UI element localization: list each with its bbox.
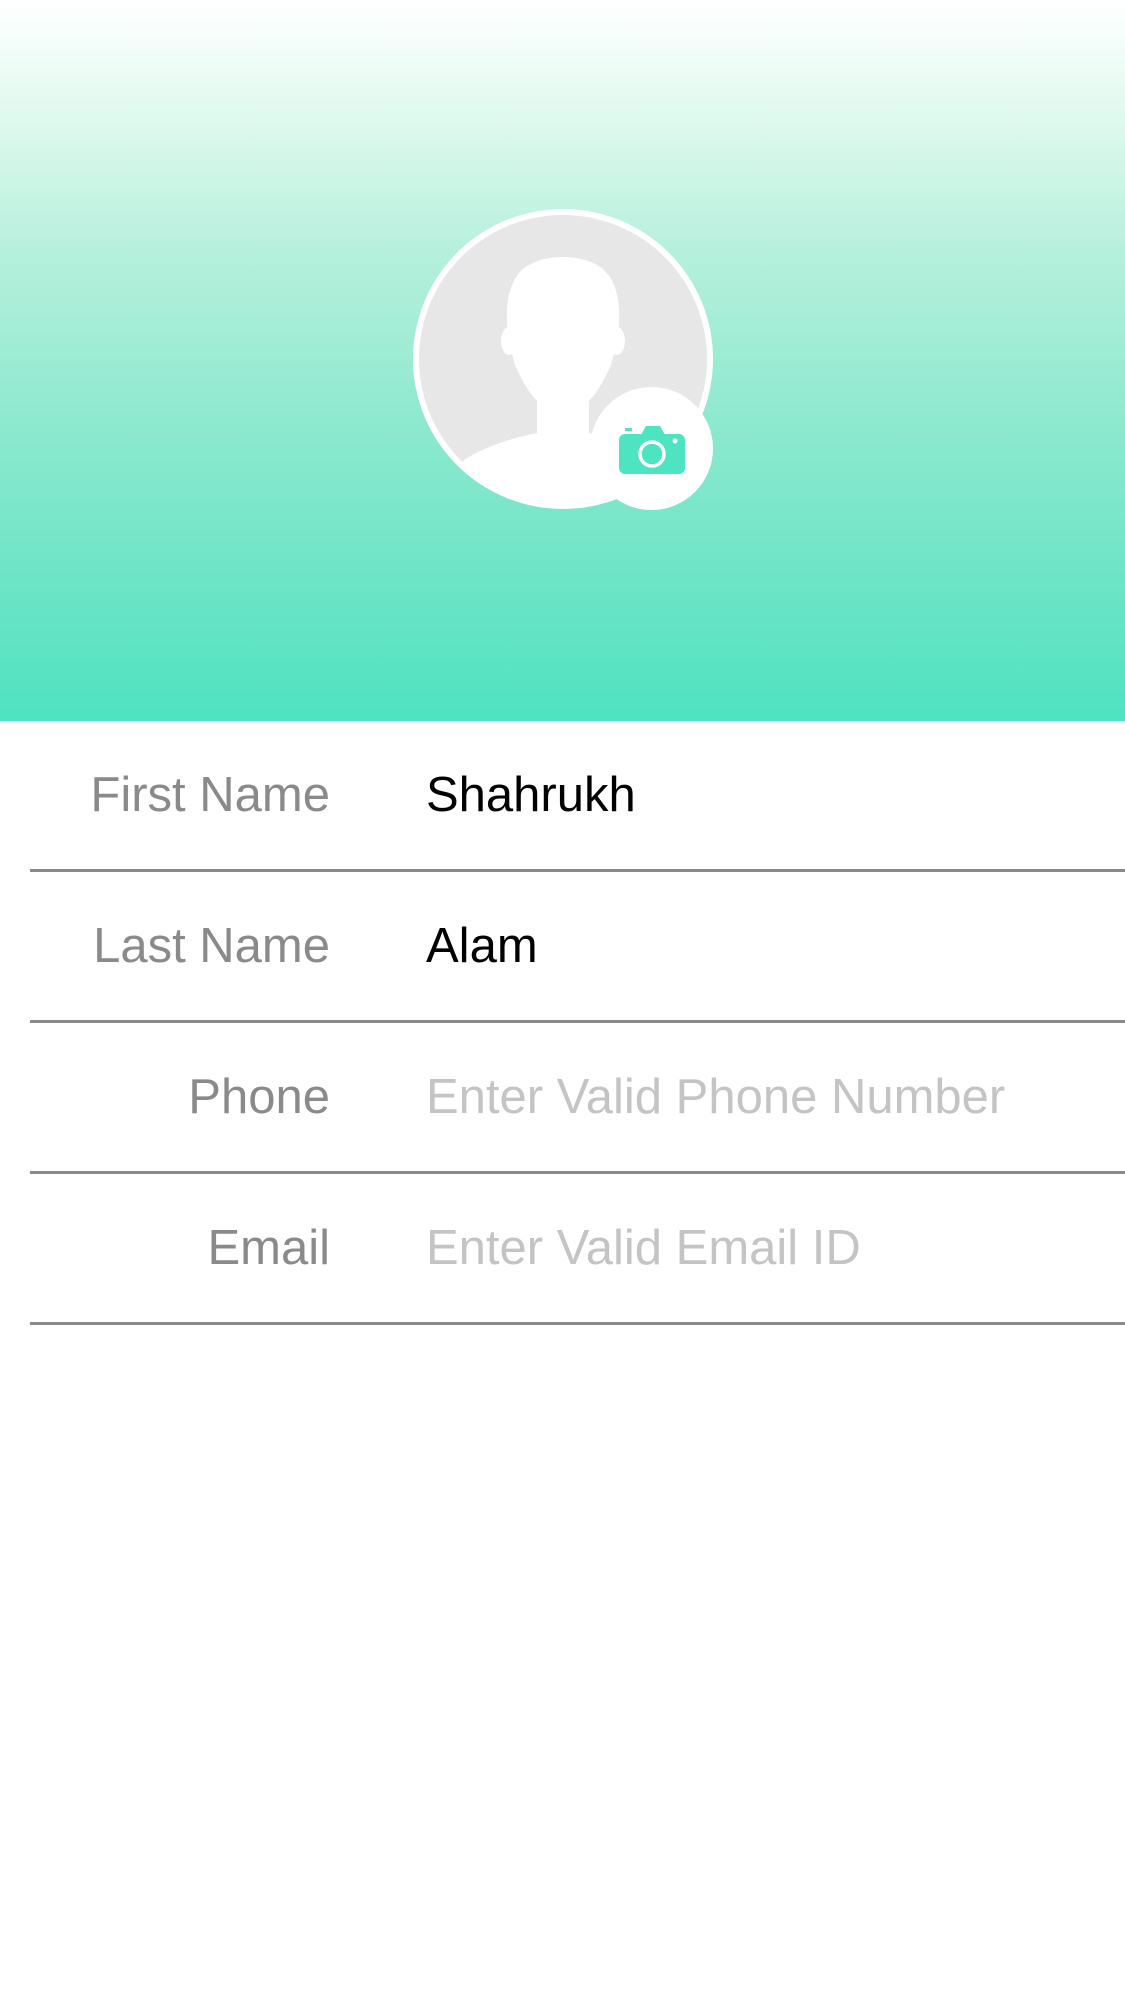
phone-label: Phone	[188, 1070, 330, 1124]
camera-icon	[619, 426, 685, 474]
last-name-row: Last Name	[30, 872, 1125, 1023]
change-photo-button[interactable]	[590, 387, 713, 510]
last-name-input[interactable]	[426, 902, 1106, 990]
profile-header	[0, 0, 1125, 721]
phone-row: Phone	[30, 1023, 1125, 1174]
first-name-row: First Name	[30, 721, 1125, 872]
email-input[interactable]	[426, 1204, 1106, 1292]
phone-input[interactable]	[426, 1053, 1106, 1141]
last-name-label: Last Name	[93, 919, 330, 973]
first-name-label: First Name	[90, 768, 330, 822]
first-name-input[interactable]	[426, 751, 1106, 839]
profile-form: First Name Last Name Phone Email	[0, 721, 1125, 1325]
email-label: Email	[207, 1221, 330, 1275]
email-row: Email	[30, 1174, 1125, 1325]
